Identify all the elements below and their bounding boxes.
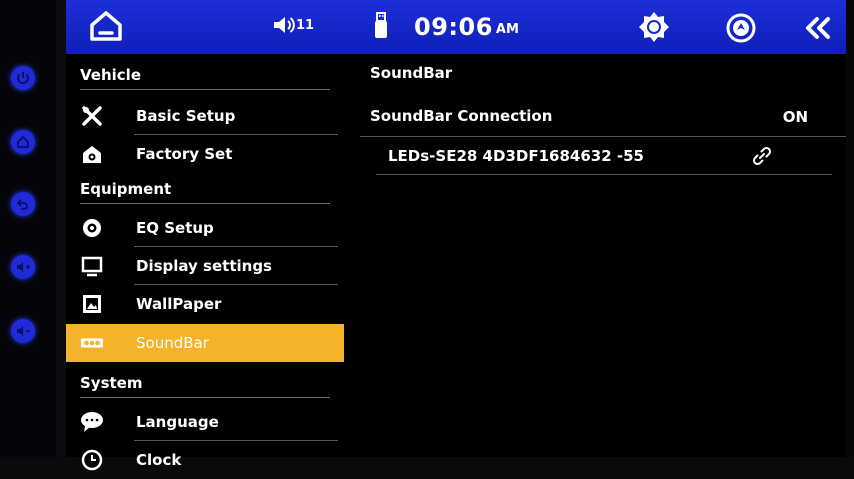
volume-icon: [274, 17, 295, 33]
brightness-icon: [639, 12, 669, 42]
device-list-item[interactable]: LEDs-SE28 4D3DF1684632 -55: [376, 138, 832, 175]
settings-sidebar: Vehicle Basic Setup Factory Set Equipmen…: [66, 54, 344, 471]
screen-edge: [56, 0, 66, 457]
back-icon: [16, 199, 28, 210]
sidebar-item-factory-set[interactable]: Factory Set: [66, 135, 344, 173]
sidebar-item-label: EQ Setup: [136, 219, 214, 237]
monitor-icon: [80, 254, 104, 278]
power-icon: [17, 72, 29, 84]
usb-indicator: [374, 12, 388, 40]
divider: [80, 89, 330, 90]
device-name: LEDs-SE28 4D3DF1684632 -55: [388, 147, 644, 165]
volume-level: 11: [296, 17, 315, 33]
time-text: 09:06: [414, 13, 493, 41]
divider: [80, 203, 330, 204]
home-hw-button[interactable]: [11, 130, 35, 154]
volume-up-icon: [17, 262, 30, 272]
sidebar-item-label: Clock: [136, 451, 182, 469]
sidebar-item-label: Basic Setup: [136, 107, 236, 125]
volume-down-hw-button[interactable]: [11, 319, 35, 343]
sidebar-item-label: Factory Set: [136, 145, 233, 163]
soundbar-panel: SoundBar SoundBar Connection ON LEDs-SE2…: [354, 54, 846, 457]
ampm-text: AM: [495, 21, 519, 37]
section-label: Equipment: [80, 180, 172, 198]
volume-down-icon: [17, 326, 30, 336]
sidebar-item-soundbar[interactable]: SoundBar: [66, 324, 344, 362]
section-vehicle: Vehicle: [66, 56, 336, 94]
wallpaper-icon: [80, 292, 104, 316]
usb-icon: [375, 12, 387, 38]
connection-label: SoundBar Connection: [370, 107, 553, 125]
hardware-bezel: [0, 0, 56, 457]
page-title: SoundBar: [370, 64, 453, 82]
speaker-icon: [80, 216, 104, 240]
link-icon[interactable]: [752, 146, 772, 166]
collapse-button[interactable]: [804, 16, 832, 40]
sidebar-item-clock[interactable]: Clock: [66, 441, 344, 479]
navigation-button[interactable]: [726, 13, 756, 43]
factory-icon: [80, 142, 104, 166]
power-hw-button[interactable]: [11, 66, 35, 90]
settings-screen: Vehicle Basic Setup Factory Set Equipmen…: [66, 54, 846, 471]
sidebar-item-label: Language: [136, 413, 219, 431]
back-hw-button[interactable]: [11, 192, 35, 216]
sidebar-item-basic-setup[interactable]: Basic Setup: [66, 97, 344, 135]
section-label: System: [80, 374, 143, 392]
status-bar: 11 09:06 AM: [66, 0, 846, 54]
sidebar-item-label: Display settings: [136, 257, 272, 275]
screen-edge-right: [846, 0, 854, 457]
chat-bubble-icon: [80, 410, 104, 434]
navigation-icon: [726, 13, 756, 43]
collapse-icon: [806, 17, 830, 39]
home-button[interactable]: [88, 9, 124, 43]
tools-icon: [80, 104, 104, 128]
sidebar-item-label: WallPaper: [136, 295, 222, 313]
soundbar-connection-toggle[interactable]: SoundBar Connection ON: [360, 96, 846, 137]
home-icon: [17, 135, 29, 148]
sidebar-item-language[interactable]: Language: [66, 403, 344, 441]
volume-up-hw-button[interactable]: [11, 255, 35, 279]
brightness-button[interactable]: [638, 11, 670, 43]
section-equipment: Equipment: [66, 170, 336, 208]
section-label: Vehicle: [80, 66, 141, 84]
soundbar-icon: [80, 331, 104, 355]
sidebar-item-display-settings[interactable]: Display settings: [66, 247, 344, 285]
sidebar-item-wallpaper[interactable]: WallPaper: [66, 285, 344, 323]
home-icon: [90, 11, 122, 41]
connection-status[interactable]: ON: [783, 108, 808, 126]
section-system: System: [66, 364, 336, 402]
divider: [80, 397, 330, 398]
clock-icon: [80, 448, 104, 472]
volume-indicator[interactable]: 11: [273, 15, 314, 35]
sidebar-item-label: SoundBar: [136, 334, 209, 352]
sidebar-item-eq-setup[interactable]: EQ Setup: [66, 209, 344, 247]
clock-display: 09:06 AM: [414, 13, 519, 41]
